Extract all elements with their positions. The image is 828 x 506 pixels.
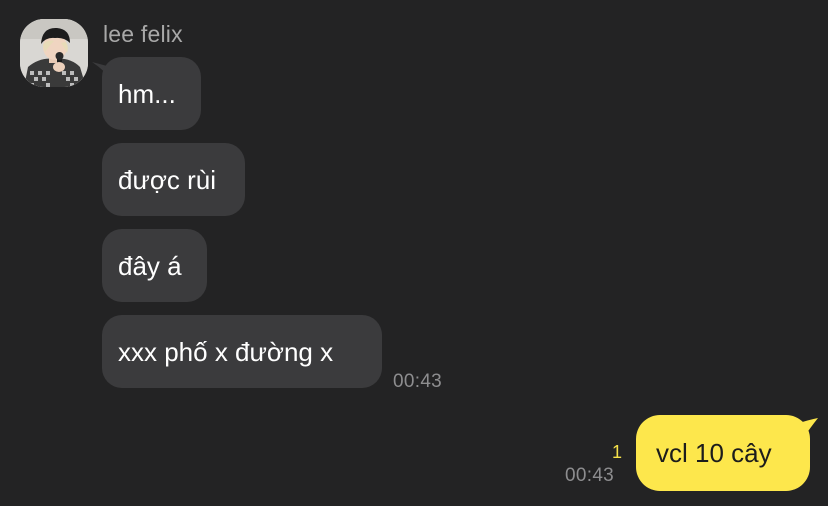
sender-name: lee felix bbox=[103, 21, 183, 47]
incoming-message[interactable]: được rùi bbox=[102, 143, 245, 216]
message-timestamp: 00:43 bbox=[393, 371, 443, 392]
message-timestamp: 00:43 bbox=[565, 465, 615, 486]
incoming-message[interactable]: đây á bbox=[102, 229, 207, 302]
message-text: được rùi bbox=[118, 164, 217, 195]
message-text: đây á bbox=[118, 250, 182, 281]
avatar[interactable] bbox=[20, 19, 88, 87]
message-text: hm... bbox=[118, 78, 176, 109]
message-text: vcl 10 cây bbox=[656, 437, 772, 468]
message-text: xxx phố x đường x bbox=[118, 336, 334, 367]
unread-count-badge: 1 bbox=[612, 442, 623, 462]
incoming-message[interactable]: hm... bbox=[102, 57, 201, 130]
profile-photo-icon bbox=[20, 19, 88, 87]
outgoing-message[interactable]: vcl 10 cây bbox=[636, 415, 810, 491]
incoming-message[interactable]: xxx phố x đường x bbox=[102, 315, 382, 388]
